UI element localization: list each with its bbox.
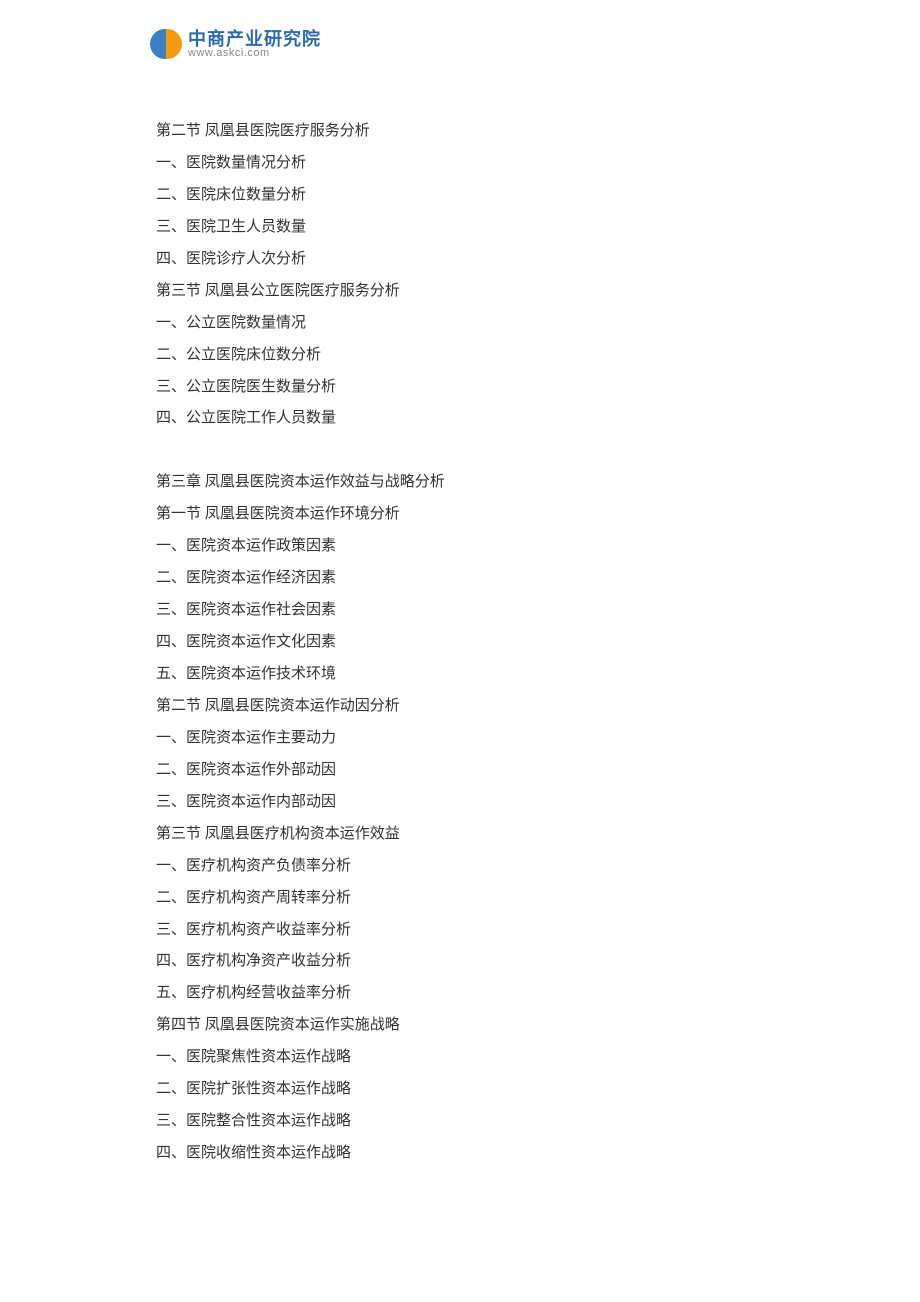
toc-line: 四、医疗机构净资产收益分析 xyxy=(156,946,764,978)
toc-line: 一、公立医院数量情况 xyxy=(156,308,764,340)
logo-cn-text: 中商产业研究院 xyxy=(188,30,321,48)
toc-line: 四、医院收缩性资本运作战略 xyxy=(156,1138,764,1170)
toc-line: 二、医院床位数量分析 xyxy=(156,180,764,212)
toc-line: 三、医院卫生人员数量 xyxy=(156,212,764,244)
logo: 中商产业研究院 www.askci.com xyxy=(150,28,321,60)
toc-line: 四、公立医院工作人员数量 xyxy=(156,403,764,435)
toc-line: 第三章 凤凰县医院资本运作效益与战略分析 xyxy=(156,467,764,499)
toc-line: 三、医院资本运作社会因素 xyxy=(156,595,764,627)
toc-line: 一、医院聚焦性资本运作战略 xyxy=(156,1042,764,1074)
toc-line: 第二节 凤凰县医院医疗服务分析 xyxy=(156,116,764,148)
toc-line: 三、公立医院医生数量分析 xyxy=(156,372,764,404)
toc-line: 五、医院资本运作技术环境 xyxy=(156,659,764,691)
toc-line: 一、医院资本运作主要动力 xyxy=(156,723,764,755)
toc-line: 二、医院资本运作外部动因 xyxy=(156,755,764,787)
toc-line: 第三节 凤凰县医疗机构资本运作效益 xyxy=(156,819,764,851)
toc-content: 第二节 凤凰县医院医疗服务分析 一、医院数量情况分析 二、医院床位数量分析 三、… xyxy=(156,116,764,1170)
toc-line: 五、医疗机构经营收益率分析 xyxy=(156,978,764,1010)
toc-line: 二、医疗机构资产周转率分析 xyxy=(156,883,764,915)
toc-line: 四、医院诊疗人次分析 xyxy=(156,244,764,276)
toc-line: 第一节 凤凰县医院资本运作环境分析 xyxy=(156,499,764,531)
toc-line: 一、医院数量情况分析 xyxy=(156,148,764,180)
toc-line: 三、医院整合性资本运作战略 xyxy=(156,1106,764,1138)
toc-line: 四、医院资本运作文化因素 xyxy=(156,627,764,659)
logo-icon xyxy=(150,28,182,60)
toc-line: 第二节 凤凰县医院资本运作动因分析 xyxy=(156,691,764,723)
toc-line: 一、医疗机构资产负债率分析 xyxy=(156,851,764,883)
toc-line: 二、医院资本运作经济因素 xyxy=(156,563,764,595)
toc-line: 一、医院资本运作政策因素 xyxy=(156,531,764,563)
toc-line: 第四节 凤凰县医院资本运作实施战略 xyxy=(156,1010,764,1042)
toc-line: 二、公立医院床位数分析 xyxy=(156,340,764,372)
toc-line: 三、医院资本运作内部动因 xyxy=(156,787,764,819)
logo-text: 中商产业研究院 www.askci.com xyxy=(188,30,321,59)
toc-line: 二、医院扩张性资本运作战略 xyxy=(156,1074,764,1106)
toc-line: 三、医疗机构资产收益率分析 xyxy=(156,915,764,947)
logo-en-text: www.askci.com xyxy=(188,48,321,59)
blank-line xyxy=(156,435,764,467)
toc-line: 第三节 凤凰县公立医院医疗服务分析 xyxy=(156,276,764,308)
